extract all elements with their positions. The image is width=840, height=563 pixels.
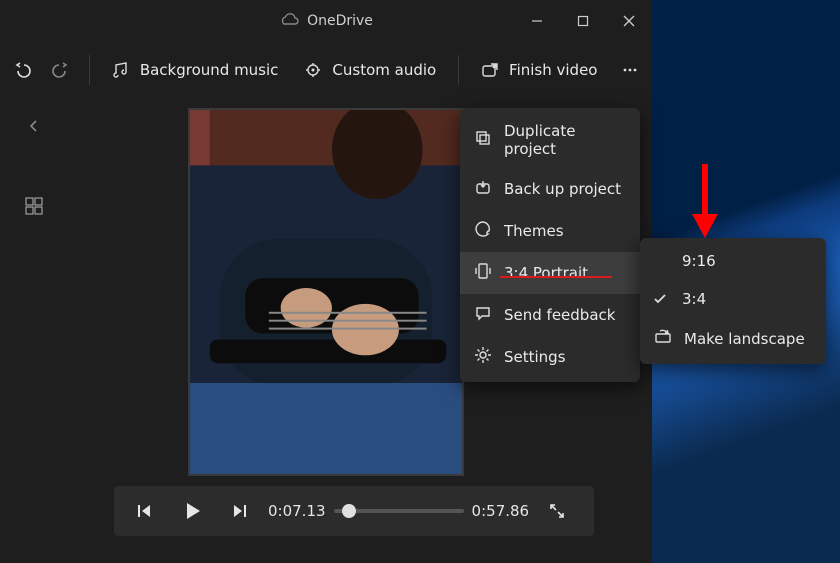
time-current: 0:07.13 [268,502,326,520]
fullscreen-button[interactable] [537,491,577,531]
aspect-submenu: 9:16 3:4 Make landscape [640,238,826,364]
button-label: Finish video [509,61,597,79]
more-menu: Duplicate project Back up project Themes… [460,108,640,382]
button-label: Background music [140,61,279,79]
submenu-label: 9:16 [682,252,716,270]
window-title: OneDrive [307,13,373,29]
progress-thumb[interactable] [342,504,356,518]
annotation-arrow [688,158,722,244]
menu-item-label: Send feedback [504,306,615,324]
progress-track[interactable] [334,509,464,513]
time-total: 0:57.86 [472,502,530,520]
maximize-button[interactable] [560,0,606,42]
toolbar: Background music Custom audio Finish vid… [0,42,652,98]
menu-item-themes[interactable]: Themes [460,210,640,252]
menu-item-label: 3:4 Portrait [504,264,588,282]
submenu-item-34[interactable]: 3:4 [640,280,826,318]
background-music-button[interactable]: Background music [102,53,289,87]
custom-audio-button[interactable]: Custom audio [294,53,446,87]
menu-item-label: Back up project [504,180,621,198]
menu-item-aspect[interactable]: 3:4 Portrait [460,252,640,294]
divider [458,55,459,85]
redo-button[interactable] [45,52,78,88]
menu-item-label: Duplicate project [504,122,626,158]
submenu-item-916[interactable]: 9:16 [640,242,826,280]
backup-icon [474,178,492,200]
menu-item-label: Settings [504,348,566,366]
more-button[interactable] [614,53,647,87]
menu-item-settings[interactable]: Settings [460,336,640,378]
check-icon [652,291,668,307]
finish-video-button[interactable]: Finish video [471,53,607,87]
close-button[interactable] [606,0,652,42]
next-frame-button[interactable] [220,491,260,531]
menu-item-label: Themes [504,222,564,240]
submenu-item-landscape[interactable]: Make landscape [640,318,826,360]
menu-item-duplicate[interactable]: Duplicate project [460,112,640,168]
feedback-icon [474,304,492,326]
menu-item-feedback[interactable]: Send feedback [460,294,640,336]
annotation-underline [500,276,612,278]
previous-frame-button[interactable] [124,491,164,531]
aspect-icon [474,262,492,284]
submenu-label: 3:4 [682,290,706,308]
submenu-label: Make landscape [684,330,805,348]
button-label: Custom audio [332,61,436,79]
video-preview[interactable] [188,108,464,476]
themes-icon [474,220,492,242]
settings-icon [474,346,492,368]
undo-button[interactable] [6,52,39,88]
divider [89,55,90,85]
minimize-button[interactable] [514,0,560,42]
export-icon [481,61,499,79]
cloud-icon [279,12,299,30]
title-bar: OneDrive [0,0,652,42]
duplicate-icon [474,129,492,151]
music-icon [112,61,130,79]
playback-bar: 0:07.13 0:57.86 [114,486,594,536]
rotate-icon [654,328,672,350]
menu-item-backup[interactable]: Back up project [460,168,640,210]
play-button[interactable] [172,491,212,531]
audio-icon [304,61,322,79]
